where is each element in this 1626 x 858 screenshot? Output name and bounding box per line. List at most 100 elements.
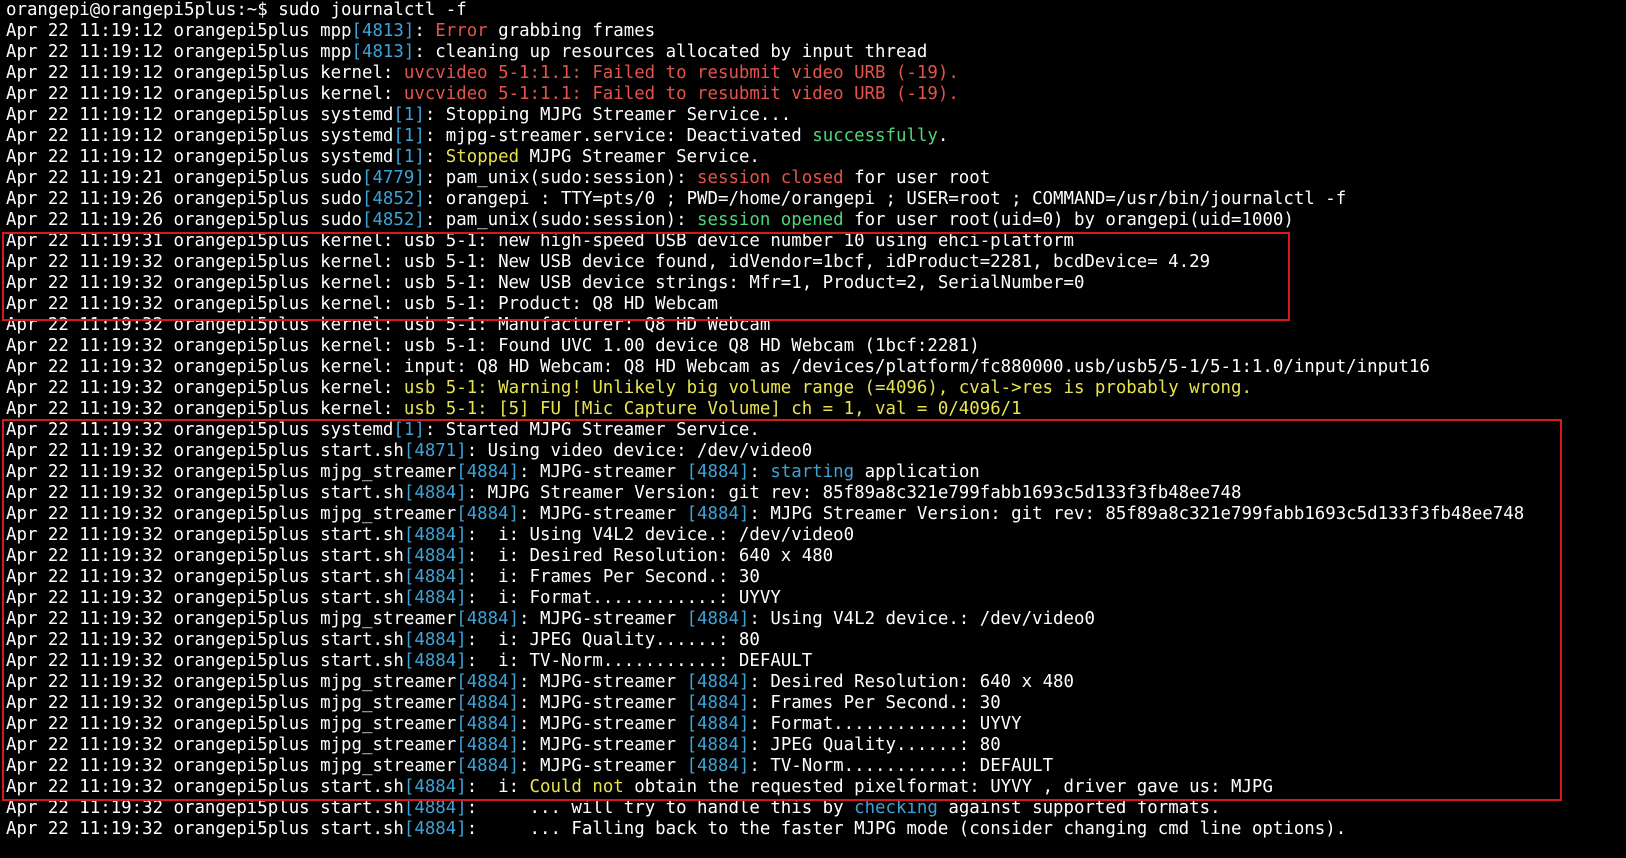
log-pid: [4884] <box>456 609 520 629</box>
log-line: Apr 22 11:19:31 orangepi5plus kernel: us… <box>0 231 1626 252</box>
log-pid: [4884] <box>456 714 520 734</box>
log-line: Apr 22 11:19:12 orangepi5plus systemd[1]… <box>0 105 1626 126</box>
log-text-segment: Apr 22 11:19:32 orangepi5plus start.sh <box>6 651 404 671</box>
log-line: Apr 22 11:19:12 orangepi5plus mpp[4813]:… <box>0 21 1626 42</box>
log-text-segment: Apr 22 11:19:32 orangepi5plus kernel: us… <box>6 294 718 314</box>
log-text-segment: Apr 22 11:19:32 orangepi5plus start.sh <box>6 441 404 461</box>
log-text-segment: : MJPG-streamer <box>519 462 687 482</box>
shell-prompt: orangepi@orangepi5plus:~$ sudo journalct… <box>6 0 467 20</box>
log-pid: [4884] <box>456 504 520 524</box>
log-text-segment: : orangepi : TTY=pts/0 ; PWD=/home/orang… <box>424 189 1347 209</box>
log-pid: [4884] <box>456 735 520 755</box>
log-pid: [4884] <box>456 756 520 776</box>
log-text-segment: Apr 22 11:19:12 orangepi5plus systemd <box>6 105 394 125</box>
log-text-segment: Apr 22 11:19:26 orangepi5plus sudo <box>6 210 362 230</box>
log-line: Apr 22 11:19:12 orangepi5plus kernel: uv… <box>0 84 1626 105</box>
log-pid: [4779] <box>361 168 425 188</box>
log-pid: [4884] <box>403 777 467 797</box>
log-text-segment: Apr 22 11:19:32 orangepi5plus mjpg_strea… <box>6 693 457 713</box>
log-text-segment: : MJPG-streamer <box>519 714 687 734</box>
log-line: Apr 22 11:19:32 orangepi5plus start.sh[4… <box>0 441 1626 462</box>
log-text-segment: Apr 22 11:19:32 orangepi5plus start.sh <box>6 483 404 503</box>
log-pid: [4884] <box>403 546 467 566</box>
log-text-segment: obtain the requested pixelformat: UYVY ,… <box>623 777 1273 797</box>
log-line: Apr 22 11:19:32 orangepi5plus start.sh[4… <box>0 588 1626 609</box>
log-text-segment: : ... Falling back to the faster MJPG mo… <box>466 819 1347 839</box>
log-pid: [4884] <box>686 756 750 776</box>
log-pid: [4813] <box>351 21 415 41</box>
log-text-segment: Apr 22 11:19:32 orangepi5plus kernel: us… <box>6 315 771 335</box>
log-text-segment: : MJPG-streamer <box>519 504 687 524</box>
log-line: Apr 22 11:19:12 orangepi5plus systemd[1]… <box>0 147 1626 168</box>
log-text-segment: : MJPG-streamer <box>519 756 687 776</box>
log-pid: [4884] <box>686 693 750 713</box>
log-text-segment: uvcvideo 5-1:1.1: Failed to resubmit vid… <box>403 84 959 104</box>
log-text-segment: Apr 22 11:19:32 orangepi5plus start.sh <box>6 588 404 608</box>
log-pid: [1] <box>393 105 425 125</box>
log-text-segment: session opened <box>697 210 844 230</box>
log-text-segment: : MJPG-streamer <box>519 693 687 713</box>
log-text-segment: : pam_unix(sudo:session): <box>424 168 698 188</box>
log-line: Apr 22 11:19:32 orangepi5plus start.sh[4… <box>0 819 1626 840</box>
log-pid: [4852] <box>361 210 425 230</box>
log-text-segment: Apr 22 11:19:12 orangepi5plus mpp <box>6 21 352 41</box>
log-pid: [4884] <box>403 819 467 839</box>
log-text-segment: Apr 22 11:19:32 orangepi5plus start.sh <box>6 546 404 566</box>
log-line: Apr 22 11:19:32 orangepi5plus start.sh[4… <box>0 777 1626 798</box>
log-line: Apr 22 11:19:32 orangepi5plus kernel: us… <box>0 273 1626 294</box>
log-text-segment: Apr 22 11:19:32 orangepi5plus start.sh <box>6 567 404 587</box>
log-text-segment: : TV-Norm...........: DEFAULT <box>749 756 1054 776</box>
log-line: Apr 22 11:19:12 orangepi5plus systemd[1]… <box>0 126 1626 147</box>
log-text-segment: . <box>937 126 949 146</box>
log-text-segment: for user root <box>843 168 991 188</box>
log-text-segment: Error <box>435 21 488 41</box>
log-text-segment: : Started MJPG Streamer Service. <box>424 420 760 440</box>
log-pid: [4884] <box>403 525 467 545</box>
log-pid: [4884] <box>403 798 467 818</box>
log-line: Apr 22 11:19:26 orangepi5plus sudo[4852]… <box>0 210 1626 231</box>
log-pid: [1] <box>393 147 425 167</box>
log-text-segment: Apr 22 11:19:31 orangepi5plus kernel: us… <box>6 231 1074 251</box>
log-text-segment: : cleaning up resources allocated by inp… <box>414 42 928 62</box>
log-line: Apr 22 11:19:32 orangepi5plus start.sh[4… <box>0 798 1626 819</box>
log-text-segment: Apr 22 11:19:32 orangepi5plus kernel: us… <box>6 252 1211 272</box>
log-line: Apr 22 11:19:32 orangepi5plus kernel: us… <box>0 378 1626 399</box>
log-text-segment: session closed <box>697 168 844 188</box>
log-line: Apr 22 11:19:32 orangepi5plus start.sh[4… <box>0 525 1626 546</box>
log-line: Apr 22 11:19:32 orangepi5plus kernel: us… <box>0 294 1626 315</box>
log-pid: [4884] <box>686 504 750 524</box>
log-text-segment: Apr 22 11:19:32 orangepi5plus mjpg_strea… <box>6 504 457 524</box>
terminal-window[interactable]: orangepi@orangepi5plus:~$ sudo journalct… <box>0 0 1626 858</box>
log-text-segment: : <box>424 147 446 167</box>
log-line: Apr 22 11:19:32 orangepi5plus mjpg_strea… <box>0 504 1626 525</box>
log-text-segment: : ... will try to handle this by <box>466 798 855 818</box>
log-text-segment: : pam_unix(sudo:session): <box>424 210 698 230</box>
log-line: Apr 22 11:19:12 orangepi5plus mpp[4813]:… <box>0 42 1626 63</box>
log-line: Apr 22 11:19:32 orangepi5plus mjpg_strea… <box>0 462 1626 483</box>
log-line: Apr 22 11:19:32 orangepi5plus kernel: in… <box>0 357 1626 378</box>
log-text-segment: Apr 22 11:19:32 orangepi5plus start.sh <box>6 630 404 650</box>
log-line: Apr 22 11:19:32 orangepi5plus start.sh[4… <box>0 567 1626 588</box>
log-line: Apr 22 11:19:32 orangepi5plus start.sh[4… <box>0 546 1626 567</box>
log-text-segment: : Desired Resolution: 640 x 480 <box>749 672 1074 692</box>
log-text-segment: Apr 22 11:19:32 orangepi5plus start.sh <box>6 777 404 797</box>
log-text-segment: for user root(uid=0) by orangepi(uid=100… <box>843 210 1294 230</box>
log-line: Apr 22 11:19:32 orangepi5plus start.sh[4… <box>0 651 1626 672</box>
log-text-segment: checking <box>854 798 938 818</box>
log-text-segment: : MJPG-streamer <box>519 609 687 629</box>
log-pid: [4884] <box>403 588 467 608</box>
log-pid: [4871] <box>403 441 467 461</box>
log-line: Apr 22 11:19:32 orangepi5plus kernel: us… <box>0 315 1626 336</box>
log-line: Apr 22 11:19:26 orangepi5plus sudo[4852]… <box>0 189 1626 210</box>
log-text-segment: : <box>414 21 436 41</box>
log-text-segment: Apr 22 11:19:32 orangepi5plus start.sh <box>6 798 404 818</box>
log-text-segment: : Frames Per Second.: 30 <box>749 693 1001 713</box>
log-text-segment: successfully <box>812 126 938 146</box>
log-pid: [4884] <box>403 483 467 503</box>
log-text-segment: usb 5-1: [5] FU [Mic Capture Volume] ch … <box>403 399 1022 419</box>
log-text-segment: Apr 22 11:19:32 orangepi5plus mjpg_strea… <box>6 462 457 482</box>
log-pid: [4884] <box>686 462 750 482</box>
log-line: Apr 22 11:19:32 orangepi5plus start.sh[4… <box>0 630 1626 651</box>
log-text-segment: Apr 22 11:19:26 orangepi5plus sudo <box>6 189 362 209</box>
log-text-segment: Could not <box>529 777 624 797</box>
